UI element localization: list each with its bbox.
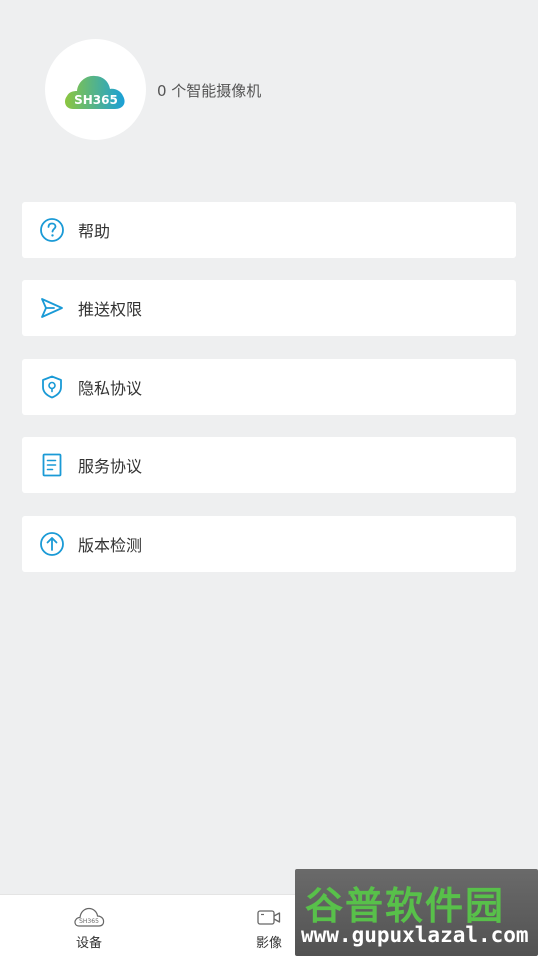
video-camera-icon [256, 905, 282, 929]
watermark-title: 谷普软件园 [305, 884, 506, 928]
tab-label: 设备 [75, 936, 102, 951]
camera-count: 0 个智能摄像机 [157, 82, 262, 100]
help-circle-icon [39, 217, 65, 243]
menu-item-label: 推送权限 [78, 300, 143, 319]
menu-item-service-agreement[interactable]: 服务协议 [22, 437, 516, 493]
send-icon [39, 295, 65, 321]
menu-item-label: 服务协议 [78, 457, 143, 476]
menu-item-privacy-policy[interactable]: 隐私协议 [22, 359, 516, 415]
watermark-logo: 谷普软件园 www.gupuxlazal.com [295, 869, 538, 956]
upgrade-arrow-icon [39, 531, 65, 557]
menu-item-push-permission[interactable]: 推送权限 [22, 280, 516, 336]
tab-label: 影像 [255, 936, 282, 951]
watermark-url: www.gupuxlazal.com [301, 923, 529, 947]
document-icon [39, 452, 65, 478]
avatar[interactable]: SH365 [45, 39, 146, 140]
tab-devices[interactable]: SH365 设备 [44, 895, 134, 957]
menu-item-version-check[interactable]: 版本检测 [22, 516, 516, 572]
svg-text:SH365: SH365 [74, 93, 118, 107]
svg-text:SH365: SH365 [79, 918, 99, 925]
sh365-logo: SH365 [64, 75, 125, 109]
menu-item-label: 版本检测 [78, 536, 143, 555]
shield-icon [39, 374, 65, 400]
menu-item-label: 帮助 [78, 222, 111, 241]
profile-header: SH365 0 个智能摄像机 [0, 0, 538, 180]
menu-item-help[interactable]: 帮助 [22, 202, 516, 258]
menu-item-label: 隐私协议 [78, 379, 143, 398]
cloud-device-icon: SH365 [73, 905, 105, 929]
